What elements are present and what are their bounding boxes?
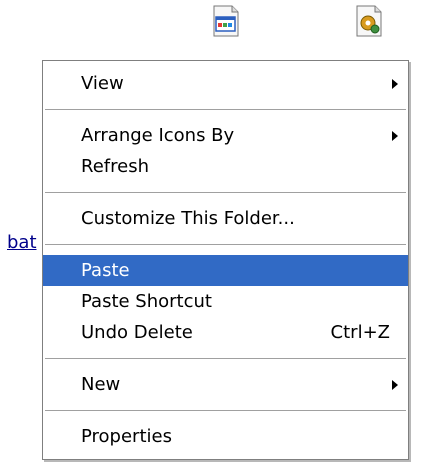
menu-separator bbox=[45, 410, 406, 411]
menu-item-paste-shortcut-label: Paste Shortcut bbox=[81, 291, 212, 312]
menu-item-view-label: View bbox=[81, 73, 124, 94]
submenu-arrow-icon bbox=[392, 79, 398, 89]
desktop-link-fragment[interactable]: bat bbox=[7, 232, 37, 253]
menu-item-paste[interactable]: Paste bbox=[43, 255, 408, 286]
menu-item-properties[interactable]: Properties bbox=[43, 421, 408, 452]
menu-item-new[interactable]: New bbox=[43, 369, 408, 400]
menu-item-paste-label: Paste bbox=[81, 260, 130, 281]
gear-document-icon[interactable] bbox=[351, 4, 385, 38]
menu-separator bbox=[45, 358, 406, 359]
menu-item-undo-delete-shortcut: Ctrl+Z bbox=[330, 322, 390, 343]
menu-item-new-label: New bbox=[81, 374, 121, 395]
menu-item-undo-delete[interactable]: Undo Delete Ctrl+Z bbox=[43, 317, 408, 348]
menu-separator bbox=[45, 109, 406, 110]
submenu-arrow-icon bbox=[392, 380, 398, 390]
menu-item-properties-label: Properties bbox=[81, 426, 172, 447]
menu-item-refresh-label: Refresh bbox=[81, 156, 149, 177]
menu-item-paste-shortcut[interactable]: Paste Shortcut bbox=[43, 286, 408, 317]
menu-item-arrange-icons-by-label: Arrange Icons By bbox=[81, 125, 235, 146]
menu-item-undo-delete-label: Undo Delete bbox=[81, 322, 193, 343]
menu-separator bbox=[45, 244, 406, 245]
menu-item-arrange-icons-by[interactable]: Arrange Icons By bbox=[43, 120, 408, 151]
context-menu: View Arrange Icons By Refresh Customize … bbox=[42, 60, 409, 460]
menu-item-customize-folder[interactable]: Customize This Folder... bbox=[43, 203, 408, 234]
menu-separator bbox=[45, 192, 406, 193]
menu-item-customize-folder-label: Customize This Folder... bbox=[81, 208, 295, 229]
submenu-arrow-icon bbox=[392, 131, 398, 141]
application-window-icon[interactable] bbox=[208, 4, 242, 38]
menu-item-refresh[interactable]: Refresh bbox=[43, 151, 408, 182]
menu-item-view[interactable]: View bbox=[43, 68, 408, 99]
